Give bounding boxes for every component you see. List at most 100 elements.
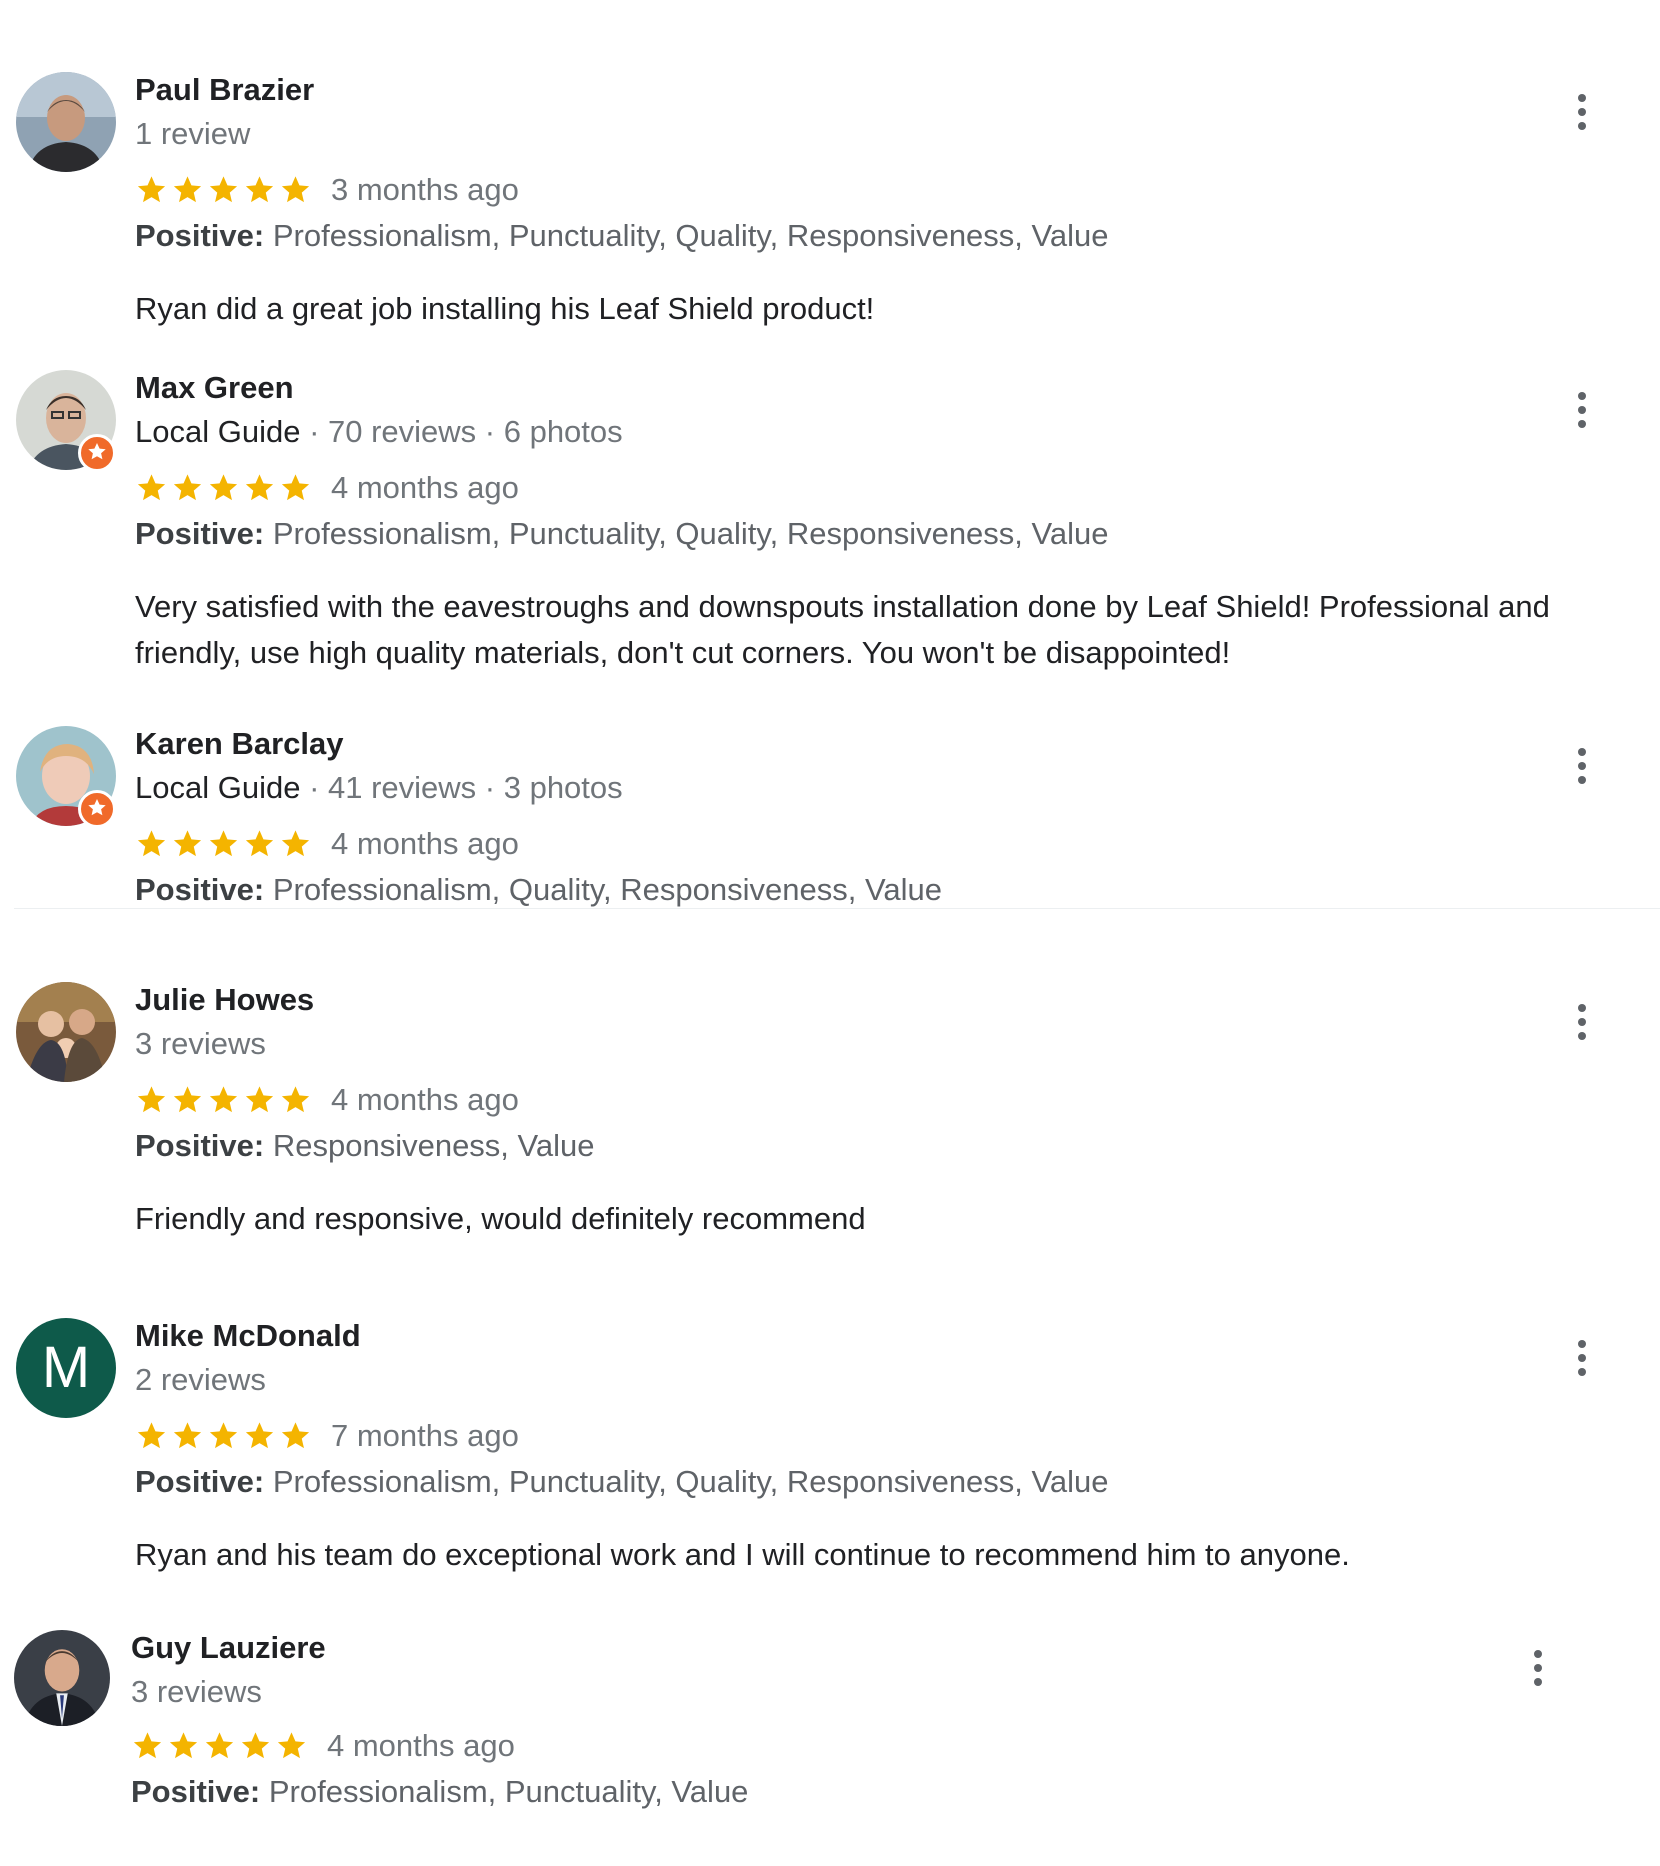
reviewer-meta: Local Guide · 41 reviews · 3 photos <box>135 770 623 806</box>
reviewer-name[interactable]: Karen Barclay <box>135 726 344 762</box>
star-icon <box>243 1420 276 1452</box>
positive-values: Professionalism, Quality, Responsiveness… <box>272 872 942 907</box>
reviewer-name[interactable]: Julie Howes <box>135 982 314 1018</box>
avatar[interactable] <box>16 982 116 1082</box>
star-icon <box>135 1420 168 1452</box>
star-icon <box>171 828 204 860</box>
positive-label: Positive: <box>135 872 265 907</box>
local-guide-badge-icon <box>78 790 116 828</box>
star-rating <box>135 828 315 860</box>
positive-label: Positive: <box>131 1774 261 1809</box>
star-rating <box>131 1730 311 1762</box>
star-icon <box>243 828 276 860</box>
star-rating <box>135 472 315 504</box>
section-divider <box>14 908 1660 909</box>
star-icon <box>279 1420 312 1452</box>
star-icon <box>279 828 312 860</box>
positive-attributes: Positive: Professionalism, Quality, Resp… <box>135 872 942 908</box>
star-rating <box>135 1420 315 1452</box>
positive-attributes: Positive: Professionalism, Punctuality, … <box>135 516 1109 552</box>
star-icon <box>207 1084 240 1116</box>
star-icon <box>279 472 312 504</box>
more-options-button[interactable] <box>1572 748 1592 792</box>
more-options-button[interactable] <box>1572 1340 1592 1384</box>
review-time: 4 months ago <box>331 1082 519 1117</box>
star-icon <box>243 472 276 504</box>
star-icon <box>167 1730 200 1762</box>
positive-values: Professionalism, Punctuality, Quality, R… <box>272 516 1109 551</box>
reviewer-meta: 3 reviews <box>131 1674 262 1709</box>
star-icon <box>171 472 204 504</box>
positive-attributes: Positive: Professionalism, Punctuality, … <box>135 218 1109 254</box>
star-icon <box>171 1420 204 1452</box>
positive-values: Professionalism, Punctuality, Quality, R… <box>272 1464 1109 1499</box>
more-vert-icon <box>1578 94 1586 102</box>
review-text: Ryan did a great job installing his Leaf… <box>135 291 875 326</box>
star-icon <box>275 1730 308 1762</box>
positive-label: Positive: <box>135 516 265 551</box>
avatar[interactable] <box>14 1630 110 1726</box>
rating-row: 7 months ago <box>135 1418 519 1458</box>
review-text: Ryan and his team do exceptional work an… <box>135 1537 1350 1572</box>
reviewer-name[interactable]: Guy Lauziere <box>131 1630 326 1666</box>
positive-label: Positive: <box>135 1464 265 1499</box>
star-icon <box>171 174 204 206</box>
local-guide-label: Local Guide <box>135 770 301 805</box>
star-icon <box>207 1420 240 1452</box>
star-icon <box>243 1084 276 1116</box>
positive-values: Professionalism, Punctuality, Quality, R… <box>272 218 1109 253</box>
more-options-button[interactable] <box>1572 94 1592 138</box>
star-icon <box>279 174 312 206</box>
more-vert-icon <box>1534 1650 1542 1658</box>
review-time: 4 months ago <box>331 470 519 505</box>
positive-values: Responsiveness, Value <box>272 1128 595 1163</box>
positive-attributes: Positive: Responsiveness, Value <box>135 1128 595 1164</box>
reviewer-meta: 2 reviews <box>135 1362 266 1397</box>
reviewer-stats: · 41 reviews · 3 photos <box>300 770 623 805</box>
local-guide-badge-icon <box>78 434 116 472</box>
star-icon <box>207 174 240 206</box>
more-options-button[interactable] <box>1572 392 1592 436</box>
positive-attributes: Positive: Professionalism, Punctuality, … <box>135 1464 1109 1500</box>
positive-values: Professionalism, Punctuality, Value <box>268 1774 749 1809</box>
more-options-button[interactable] <box>1572 1004 1592 1048</box>
reviewer-meta: Local Guide · 70 reviews · 6 photos <box>135 414 623 450</box>
rating-row: 4 months ago <box>135 826 519 866</box>
review-time: 7 months ago <box>331 1418 519 1453</box>
reviewer-stats: · 70 reviews · 6 photos <box>300 414 623 449</box>
reviewer-meta: 1 review <box>135 116 251 151</box>
review-time: 4 months ago <box>331 826 519 861</box>
reviewer-name[interactable]: Mike McDonald <box>135 1318 361 1354</box>
star-icon <box>239 1730 272 1762</box>
review-text: Friendly and responsive, would definitel… <box>135 1201 866 1236</box>
avatar[interactable]: M <box>16 1318 116 1418</box>
positive-label: Positive: <box>135 218 265 253</box>
star-rating <box>135 1084 315 1116</box>
more-options-button[interactable] <box>1528 1650 1548 1694</box>
avatar[interactable] <box>16 72 116 172</box>
star-icon <box>243 174 276 206</box>
review-time: 4 months ago <box>327 1728 515 1763</box>
star-icon <box>203 1730 236 1762</box>
star-icon <box>135 174 168 206</box>
star-icon <box>207 828 240 860</box>
rating-row: 4 months ago <box>131 1728 515 1768</box>
reviewer-name[interactable]: Paul Brazier <box>135 72 314 108</box>
rating-row: 4 months ago <box>135 470 519 510</box>
review-text: Very satisfied with the eavestroughs and… <box>135 589 1550 670</box>
reviews-top-section: Paul Brazier 1 review 3 months ago Posit… <box>0 0 1660 908</box>
more-vert-icon <box>1578 392 1586 400</box>
more-vert-icon <box>1578 1004 1586 1012</box>
rating-row: 3 months ago <box>135 172 519 212</box>
reviewer-meta: 3 reviews <box>135 1026 266 1061</box>
star-icon <box>171 1084 204 1116</box>
review-time: 3 months ago <box>331 172 519 207</box>
positive-label: Positive: <box>135 1128 265 1163</box>
star-icon <box>131 1730 164 1762</box>
positive-attributes: Positive: Professionalism, Punctuality, … <box>131 1774 748 1810</box>
star-icon <box>135 828 168 860</box>
star-rating <box>135 174 315 206</box>
star-icon <box>279 1084 312 1116</box>
rating-row: 4 months ago <box>135 1082 519 1122</box>
reviewer-name[interactable]: Max Green <box>135 370 294 406</box>
